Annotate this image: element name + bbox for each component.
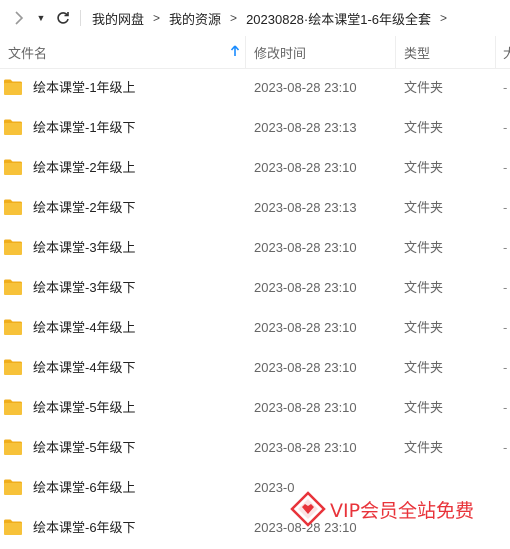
folder-icon xyxy=(4,439,22,455)
file-name[interactable]: 绘本课堂-4年级下 xyxy=(33,348,136,388)
file-name[interactable]: 绘本课堂-2年级下 xyxy=(33,188,136,228)
nav-divider xyxy=(80,10,81,26)
table-row[interactable]: 绘本课堂-2年级下 2023-08-28 23:13 文件夹 - xyxy=(0,188,510,228)
column-header-mtime[interactable]: 修改时间 xyxy=(254,36,394,68)
file-name[interactable]: 绘本课堂-3年级下 xyxy=(33,268,136,308)
file-type: 文件夹 xyxy=(404,120,444,135)
file-size: - xyxy=(503,440,508,455)
table-row[interactable]: 绘本课堂-4年级上 2023-08-28 23:10 文件夹 - xyxy=(0,308,510,348)
file-size: - xyxy=(503,80,508,95)
column-header-size[interactable]: 大 xyxy=(503,36,510,68)
folder-icon xyxy=(4,119,22,135)
file-size: - xyxy=(503,240,508,255)
file-mtime: 2023-08-28 23:10 xyxy=(254,320,357,335)
column-header: 文件名 修改时间 类型 大 xyxy=(0,36,510,69)
column-header-type[interactable]: 类型 xyxy=(404,36,494,68)
file-type: 文件夹 xyxy=(404,280,444,295)
file-name[interactable]: 绘本课堂-1年级下 xyxy=(33,108,136,148)
file-size: - xyxy=(503,280,508,295)
folder-icon xyxy=(4,239,22,255)
file-mtime: 2023-0 xyxy=(254,480,295,495)
file-mtime: 2023-08-28 23:10 xyxy=(254,280,357,295)
forward-button[interactable] xyxy=(8,0,30,36)
breadcrumb: 我的网盘 > 我的资源 > 20230828·绘本课堂1-6年级全套 > xyxy=(89,9,453,28)
table-row[interactable]: 绘本课堂-5年级上 2023-08-28 23:10 文件夹 - xyxy=(0,388,510,428)
breadcrumb-chevron-icon: > xyxy=(230,11,238,25)
file-type: 文件夹 xyxy=(404,200,444,215)
breadcrumb-item[interactable]: 我的资源 xyxy=(166,9,224,28)
file-list: 绘本课堂-1年级上 2023-08-28 23:10 文件夹 - 绘本课堂-1年… xyxy=(0,68,510,548)
table-row[interactable]: 绘本课堂-3年级上 2023-08-28 23:10 文件夹 - xyxy=(0,228,510,268)
folder-icon xyxy=(4,199,22,215)
table-row[interactable]: 绘本课堂-3年级下 2023-08-28 23:10 文件夹 - xyxy=(0,268,510,308)
column-divider[interactable] xyxy=(495,36,496,68)
file-name[interactable]: 绘本课堂-3年级上 xyxy=(33,228,136,268)
breadcrumb-chevron-icon[interactable]: > xyxy=(434,11,453,25)
file-type: 文件夹 xyxy=(404,400,444,415)
breadcrumb-chevron-icon: > xyxy=(153,11,161,25)
file-size: - xyxy=(503,160,508,175)
nav-bar: ▼ 我的网盘 > 我的资源 > 20230828·绘本课堂1-6年级全套 > xyxy=(0,0,510,36)
file-type: 文件夹 xyxy=(404,80,444,95)
folder-icon xyxy=(4,79,22,95)
file-mtime: 2023-08-28 23:10 xyxy=(254,400,357,415)
table-row[interactable]: 绘本课堂-2年级上 2023-08-28 23:10 文件夹 - xyxy=(0,148,510,188)
file-name[interactable]: 绘本课堂-5年级下 xyxy=(33,428,136,468)
file-mtime: 2023-08-28 23:13 xyxy=(254,200,357,215)
column-header-name[interactable]: 文件名 xyxy=(8,36,244,68)
file-size: - xyxy=(503,200,508,215)
folder-icon xyxy=(4,479,22,495)
column-divider[interactable] xyxy=(245,36,246,68)
file-mtime: 2023-08-28 23:10 xyxy=(254,240,357,255)
breadcrumb-item[interactable]: 20230828·绘本课堂1-6年级全套 xyxy=(243,9,434,28)
folder-icon xyxy=(4,519,22,535)
file-type: 文件夹 xyxy=(404,360,444,375)
file-name[interactable]: 绘本课堂-2年级上 xyxy=(33,148,136,188)
folder-icon xyxy=(4,319,22,335)
file-size: - xyxy=(503,400,508,415)
caret-down-icon: ▼ xyxy=(36,13,46,23)
file-mtime: 2023-08-28 23:10 xyxy=(254,440,357,455)
vip-diamond-logo xyxy=(290,491,326,527)
folder-icon xyxy=(4,279,22,295)
file-name[interactable]: 绘本课堂-4年级上 xyxy=(33,308,136,348)
table-row[interactable]: 绘本课堂-1年级上 2023-08-28 23:10 文件夹 - xyxy=(0,68,510,108)
refresh-button[interactable] xyxy=(52,0,74,36)
column-divider[interactable] xyxy=(395,36,396,68)
file-type: 文件夹 xyxy=(404,240,444,255)
file-mtime: 2023-08-28 23:10 xyxy=(254,160,357,175)
table-row[interactable]: 绘本课堂-5年级下 2023-08-28 23:10 文件夹 - xyxy=(0,428,510,468)
table-row[interactable]: 绘本课堂-1年级下 2023-08-28 23:13 文件夹 - xyxy=(0,108,510,148)
file-name[interactable]: 绘本课堂-6年级上 xyxy=(33,468,136,508)
file-mtime: 2023-08-28 23:10 xyxy=(254,360,357,375)
watermark-text: VIP会员全站免费 xyxy=(330,495,475,523)
file-type: 文件夹 xyxy=(404,160,444,175)
watermark: VIP会员全站免费 xyxy=(290,489,475,529)
sort-up-icon[interactable] xyxy=(230,45,240,57)
file-name[interactable]: 绘本课堂-5年级上 xyxy=(33,388,136,428)
breadcrumb-item[interactable]: 我的网盘 xyxy=(89,9,147,28)
file-size: - xyxy=(503,320,508,335)
file-size: - xyxy=(503,360,508,375)
folder-icon xyxy=(4,359,22,375)
file-size: - xyxy=(503,120,508,135)
file-type: 文件夹 xyxy=(404,440,444,455)
file-mtime: 2023-08-28 23:10 xyxy=(254,80,357,95)
table-row[interactable]: 绘本课堂-4年级下 2023-08-28 23:10 文件夹 - xyxy=(0,348,510,388)
file-type: 文件夹 xyxy=(404,320,444,335)
folder-icon xyxy=(4,399,22,415)
chevron-right-icon xyxy=(15,11,24,25)
file-name[interactable]: 绘本课堂-6年级下 xyxy=(33,508,136,548)
folder-icon xyxy=(4,159,22,175)
file-browser: ▼ 我的网盘 > 我的资源 > 20230828·绘本课堂1-6年级全套 > 文… xyxy=(0,0,510,549)
history-dropdown-button[interactable]: ▼ xyxy=(34,0,48,36)
refresh-icon xyxy=(57,12,69,24)
file-mtime: 2023-08-28 23:13 xyxy=(254,120,357,135)
file-name[interactable]: 绘本课堂-1年级上 xyxy=(33,68,136,108)
